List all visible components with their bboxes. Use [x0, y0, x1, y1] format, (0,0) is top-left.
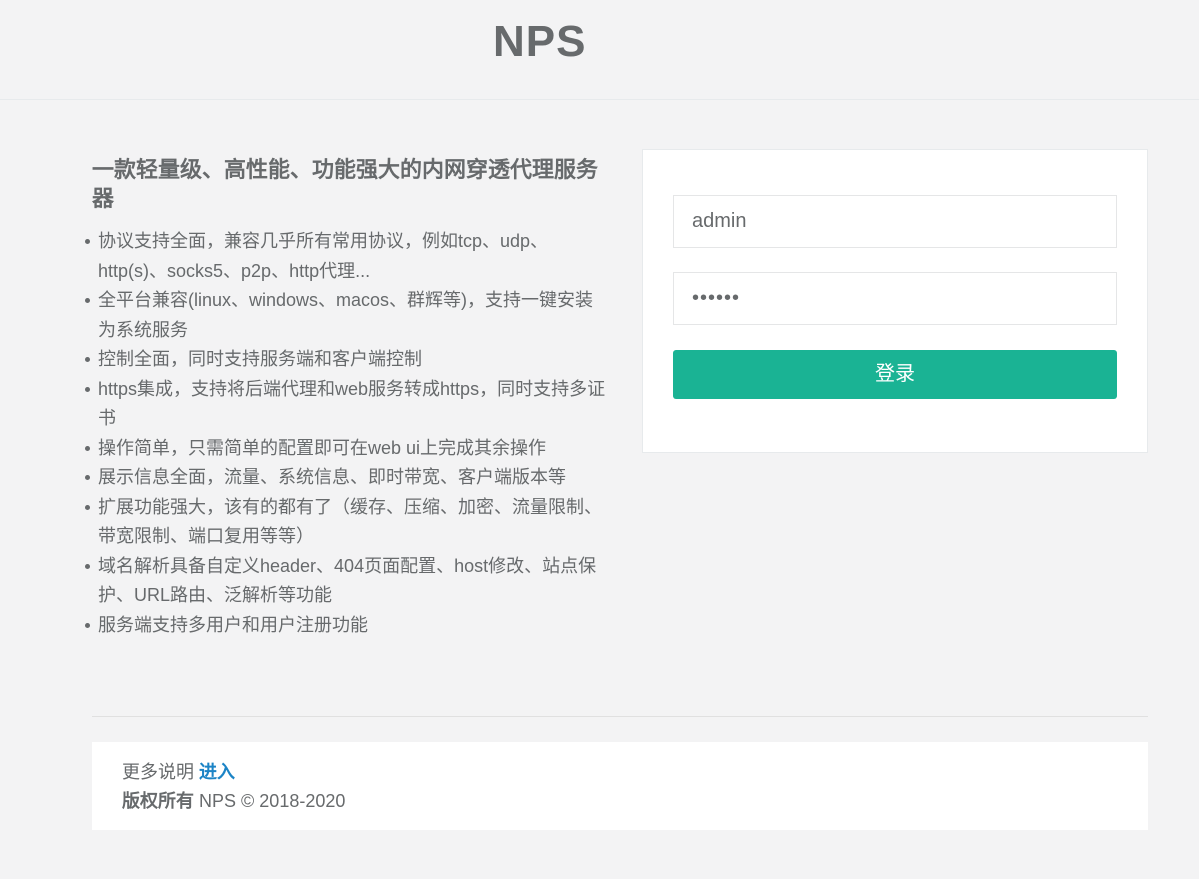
feature-item: 扩展功能强大，该有的都有了（缓存、压缩、加密、流量限制、带宽限制、端口复用等等）	[85, 493, 607, 552]
feature-text: 控制全面，同时支持服务端和客户端控制	[98, 349, 422, 369]
app-logo: NPS	[493, 17, 587, 66]
bullet-icon	[85, 386, 90, 392]
feature-list: 协议支持全面，兼容几乎所有常用协议，例如tcp、udp、http(s)、sock…	[85, 227, 607, 641]
copyright-label: 版权所有	[122, 791, 194, 811]
page-footer: 更多说明 进入 版权所有 NPS © 2018-2020	[92, 742, 1148, 830]
feature-text: 展示信息全面，流量、系统信息、即时带宽、客户端版本等	[98, 467, 566, 487]
bullet-icon	[85, 622, 90, 628]
feature-text: 扩展功能强大，该有的都有了（缓存、压缩、加密、流量限制、带宽限制、端口复用等等）	[98, 496, 602, 547]
more-info-text: 更多说明	[122, 762, 194, 782]
feature-text: https集成，支持将后端代理和web服务转成https，同时支持多证书	[98, 378, 606, 429]
divider	[92, 716, 1148, 717]
feature-item: 服务端支持多用户和用户注册功能	[85, 611, 607, 641]
feature-item: 展示信息全面，流量、系统信息、即时带宽、客户端版本等	[85, 463, 607, 493]
feature-text: 域名解析具备自定义header、404页面配置、host修改、站点保护、URL路…	[98, 555, 597, 606]
page-header: NPS	[0, 0, 1199, 100]
feature-text: 操作简单，只需简单的配置即可在web ui上完成其余操作	[98, 437, 547, 458]
feature-text: 全平台兼容(linux、windows、macos、群辉等)，支持一键安装为系统…	[98, 290, 594, 340]
bullet-icon	[85, 445, 90, 451]
login-button[interactable]: 登录	[673, 350, 1117, 399]
intro-section: 一款轻量级、高性能、功能强大的内网穿透代理服务器 协议支持全面，兼容几乎所有常用…	[85, 155, 607, 641]
more-info-link[interactable]: 进入	[199, 762, 235, 782]
feature-item: 全平台兼容(linux、windows、macos、群辉等)，支持一键安装为系统…	[85, 286, 607, 345]
copyright-text: NPS © 2018-2020	[199, 791, 346, 811]
bullet-icon	[85, 504, 90, 510]
feature-item: 操作简单，只需简单的配置即可在web ui上完成其余操作	[85, 434, 607, 464]
feature-item: 域名解析具备自定义header、404页面配置、host修改、站点保护、URL路…	[85, 552, 607, 611]
copyright-line: 版权所有 NPS © 2018-2020	[122, 787, 1118, 816]
feature-item: 协议支持全面，兼容几乎所有常用协议，例如tcp、udp、http(s)、sock…	[85, 227, 607, 286]
bullet-icon	[85, 239, 90, 244]
more-info-line: 更多说明 进入	[122, 758, 1118, 787]
feature-text: 协议支持全面，兼容几乎所有常用协议，例如tcp、udp、http(s)、sock…	[98, 231, 549, 281]
bullet-icon	[85, 563, 90, 569]
username-input[interactable]	[673, 195, 1117, 248]
login-form: 登录	[642, 149, 1148, 453]
intro-title: 一款轻量级、高性能、功能强大的内网穿透代理服务器	[92, 157, 599, 211]
password-input[interactable]	[673, 272, 1117, 325]
feature-text: 服务端支持多用户和用户注册功能	[98, 614, 368, 635]
bullet-icon	[85, 357, 90, 362]
feature-item: 控制全面，同时支持服务端和客户端控制	[85, 345, 607, 375]
bullet-icon	[85, 298, 90, 303]
bullet-icon	[85, 475, 90, 480]
feature-item: https集成，支持将后端代理和web服务转成https，同时支持多证书	[85, 375, 607, 434]
